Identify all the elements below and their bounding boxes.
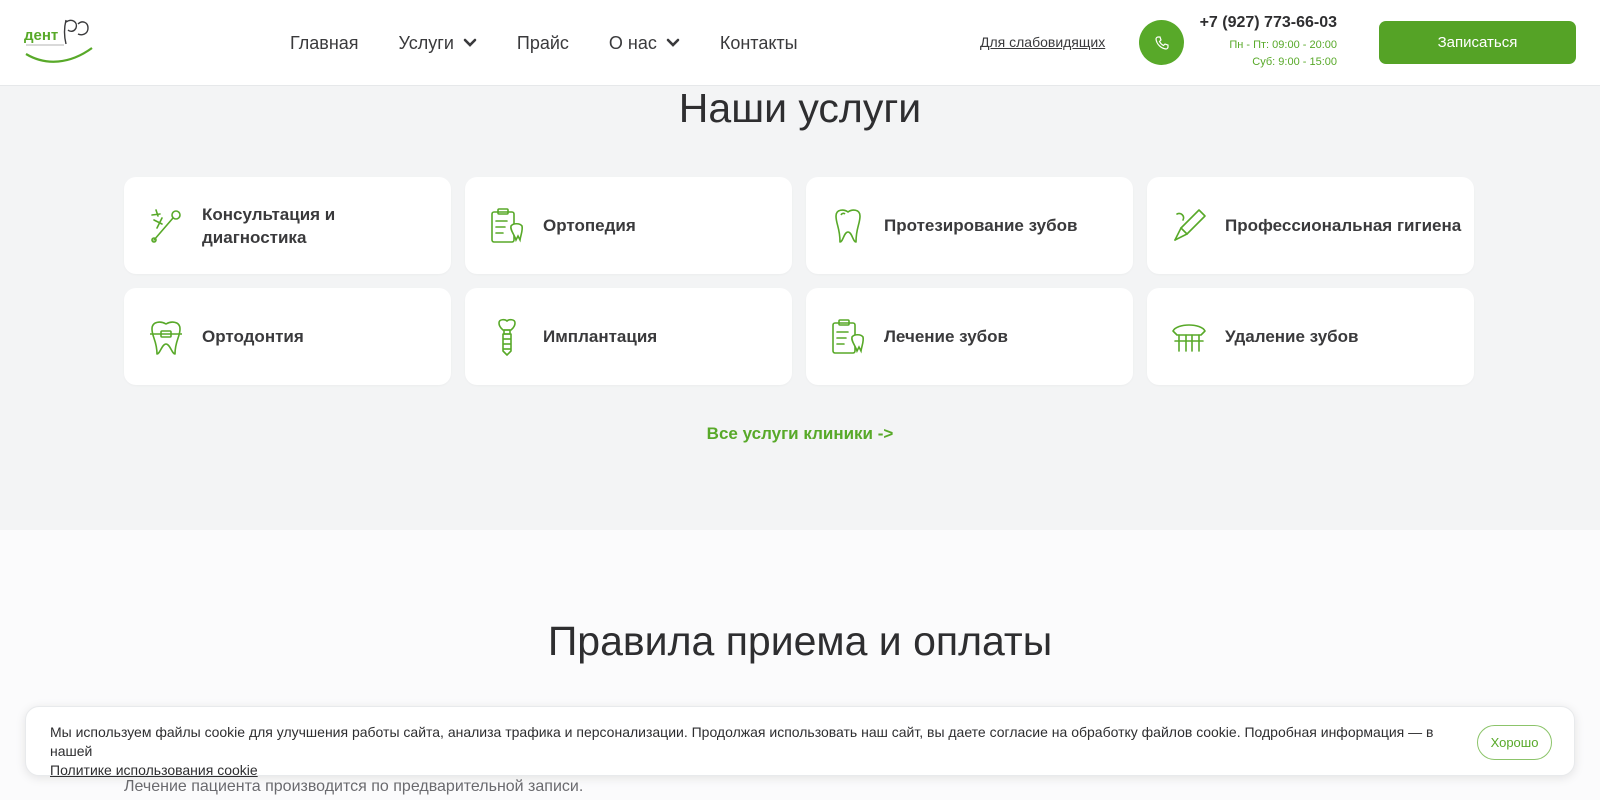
cookie-banner: Мы используем файлы cookie для улучшения… [25,706,1575,778]
service-card[interactable]: Ортопедия [465,177,792,274]
service-card[interactable]: Профессиональная гигиена [1147,177,1474,274]
cookie-accept-button[interactable]: Хорошо [1477,725,1552,760]
signup-button[interactable]: Записаться [1379,21,1576,64]
implant-icon [487,317,527,357]
service-card[interactable]: Удаление зубов [1147,288,1474,385]
site-header: дент Главная Услуги Прайс О нас Контакты… [0,0,1600,86]
cookie-text: Мы используем файлы cookie для улучшения… [50,724,1434,778]
clipboard-tooth-icon [828,317,868,357]
nav-item-contacts[interactable]: Контакты [720,33,798,54]
clipboard-tooth-icon [487,206,527,246]
contact-info: +7 (927) 773-66-03 Пн - Пт: 09:00 - 20:0… [1190,14,1337,71]
call-button[interactable] [1139,20,1184,65]
dental-tool-icon [1169,206,1209,246]
service-card[interactable]: Ортодонтия [124,288,451,385]
dental-mirror-icon [146,206,186,246]
phone-icon [1154,35,1169,50]
chevron-down-icon [463,38,477,47]
chevron-down-icon [666,38,680,47]
services-title: Наши услуги [678,85,922,131]
nav-item-about[interactable]: О нас [609,33,680,54]
working-hours-weekdays: Пн - Пт: 09:00 - 20:00 Суб: 9:00 - 15:00 [1229,39,1337,68]
tooth-icon [828,206,868,246]
services-grid: Консультация и диагностика Ортопедия Про… [124,177,1476,385]
nav-item-services[interactable]: Услуги [399,33,477,54]
accessibility-link[interactable]: Для слабовидящих [980,34,1105,50]
denture-icon [1169,317,1209,357]
cookie-policy-link[interactable]: Политике использования cookie [50,762,258,778]
clinic-logo[interactable]: дент [22,14,98,70]
main-nav: Главная Услуги Прайс О нас Контакты [290,0,838,86]
working-hours-saturday: Суб: 9:00 - 15:00 [1252,56,1337,68]
all-services-row: Все услуги клиники -> [0,424,1600,444]
nav-item-price[interactable]: Прайс [517,33,569,54]
tooth-braces-icon [146,317,186,357]
service-card[interactable]: Консультация и диагностика [124,177,451,274]
svg-text:дент: дент [24,27,58,44]
rules-text: Лечение пациента производится по предвар… [124,778,584,795]
service-card[interactable]: Протезирование зубов [806,177,1133,274]
nav-item-home[interactable]: Главная [290,33,359,54]
rules-title: Правила приема и оплаты [547,618,1053,664]
service-card[interactable]: Имплантация [465,288,792,385]
all-services-link[interactable]: Все услуги клиники -> [707,424,894,443]
phone-number[interactable]: +7 (927) 773-66-03 [1190,14,1337,32]
service-card[interactable]: Лечение зубов [806,288,1133,385]
